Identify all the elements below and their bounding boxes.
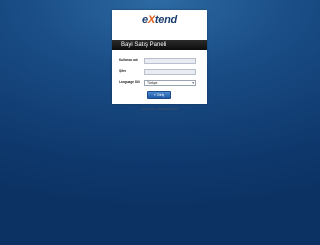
call-center-text: Call Center : 0332 444 39 83 (141, 107, 178, 111)
login-panel: eXtend Bayi Satış Paneli Kullanıcı adı Ş… (112, 10, 207, 111)
username-label: Kullanıcı adı (119, 58, 138, 62)
chevron-down-icon: ▾ (192, 80, 194, 85)
password-label: Şifre (119, 69, 127, 73)
language-row: Language Dili Türkçe ▾ (119, 79, 205, 86)
language-select[interactable]: Türkçe ▾ (144, 79, 196, 86)
brand-logo: eXtend (112, 10, 207, 29)
language-selected-value: Türkçe (147, 80, 158, 85)
password-row: Şifre (119, 68, 205, 75)
panel-title: Bayi Satış Paneli (112, 40, 207, 50)
username-row: Kullanıcı adı (119, 57, 205, 64)
language-label: Language Dili (119, 80, 140, 84)
username-input[interactable] (144, 57, 196, 64)
password-input[interactable] (144, 68, 196, 75)
logo-text: eXtend (142, 14, 177, 26)
login-button[interactable]: » Giriş (147, 91, 171, 99)
